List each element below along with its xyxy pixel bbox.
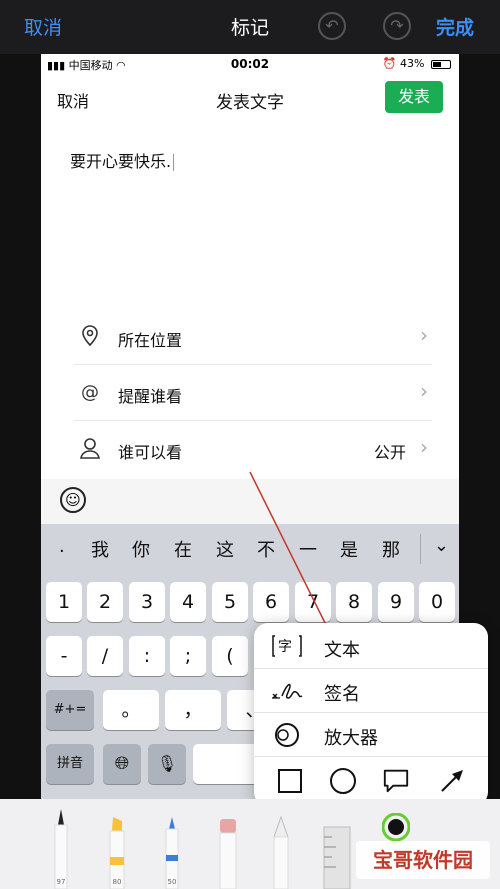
menu-item-signature[interactable]: 签名 xyxy=(254,669,488,713)
speech-bubble-icon[interactable] xyxy=(382,767,410,795)
menu-item-label: 签名 xyxy=(324,684,360,705)
pen-tool[interactable]: 97 xyxy=(52,807,70,889)
highlighter-tool[interactable]: 80 xyxy=(106,815,128,889)
color-picker-icon[interactable] xyxy=(381,812,411,842)
lasso-tool[interactable] xyxy=(270,815,292,889)
tool-size: 50 xyxy=(167,878,177,886)
square-shape-icon[interactable] xyxy=(276,767,304,795)
pencil-tool[interactable]: 50 xyxy=(163,815,181,889)
text-box-icon: 字 xyxy=(270,634,304,660)
watermark: 宝哥软件园 xyxy=(356,841,490,879)
menu-item-label: 文本 xyxy=(324,640,360,661)
arrow-shape-icon[interactable] xyxy=(438,767,466,795)
text-box-glyph: 字 xyxy=(278,639,292,655)
signature-icon xyxy=(270,678,304,704)
eraser-tool[interactable] xyxy=(217,817,239,889)
tool-size: 97 xyxy=(56,878,66,886)
magnifier-icon xyxy=(270,722,304,748)
menu-item-text[interactable]: 字 文本 xyxy=(254,625,488,669)
menu-item-magnifier[interactable]: 放大器 xyxy=(254,713,488,757)
menu-item-label: 放大器 xyxy=(324,728,378,749)
markup-add-menu: 字 文本 签名 放大器 xyxy=(254,623,488,806)
tool-size: 80 xyxy=(112,878,122,886)
ruler-tool[interactable] xyxy=(322,825,352,889)
circle-shape-icon[interactable] xyxy=(329,767,357,795)
